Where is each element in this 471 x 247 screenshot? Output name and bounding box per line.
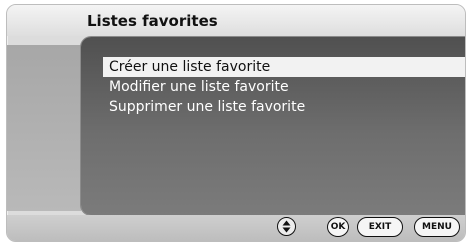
menu-panel: Créer une liste favorite Modifier une li… xyxy=(81,37,465,215)
osd-window: Listes favorites Créer une liste favorit… xyxy=(6,4,466,242)
menu-item-delete-favorite-list[interactable]: Supprimer une liste favorite xyxy=(103,97,305,117)
menu-item-create-favorite-list[interactable]: Créer une liste favorite xyxy=(103,57,465,77)
up-down-arrows-icon[interactable] xyxy=(277,217,296,236)
title-bar: Listes favorites xyxy=(7,5,465,36)
page-title: Listes favorites xyxy=(87,12,218,30)
exit-button[interactable]: EXIT xyxy=(357,217,403,237)
menu-button[interactable]: MENU xyxy=(414,217,460,237)
menu-item-edit-favorite-list[interactable]: Modifier une liste favorite xyxy=(103,77,289,97)
button-hint-bar: OK EXIT MENU xyxy=(7,215,465,241)
ok-button[interactable]: OK xyxy=(327,217,349,237)
side-panel xyxy=(7,45,81,211)
